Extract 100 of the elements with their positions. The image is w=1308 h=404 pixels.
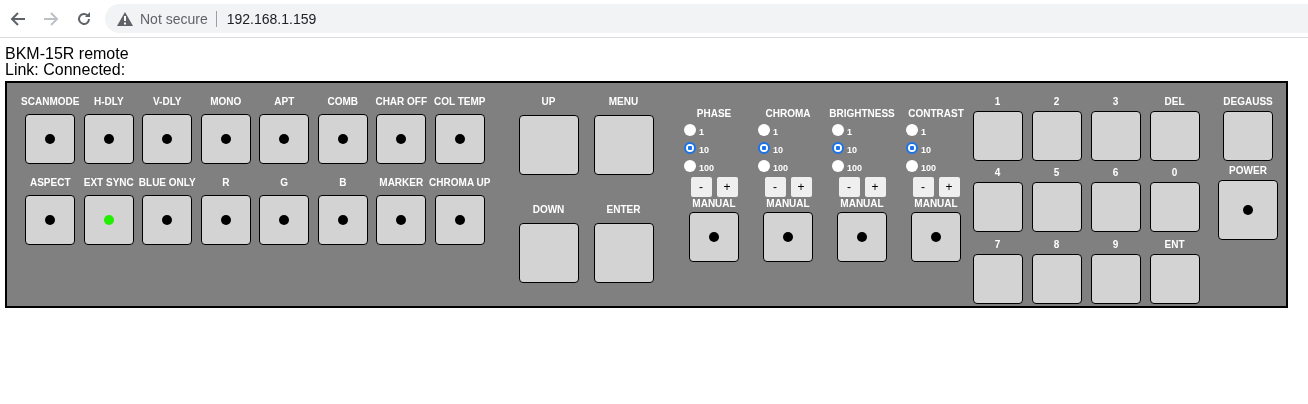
radio-button[interactable] [832, 142, 844, 154]
adjuster-label: BRIGHTNESS [829, 108, 895, 120]
key-label: BLUE ONLY [138, 177, 196, 189]
remote-button[interactable] [518, 115, 579, 175]
key-label: 2 [1053, 96, 1060, 108]
remote-button[interactable] [259, 195, 310, 245]
key-label: MANUAL [914, 198, 958, 210]
key-label: UP [541, 96, 556, 108]
radio-button[interactable] [684, 160, 696, 172]
remote-button[interactable] [376, 114, 427, 164]
radio-button[interactable] [684, 142, 696, 154]
radio-label: 100 [773, 163, 789, 173]
minus-button[interactable]: - [690, 177, 712, 197]
key-label: R [222, 177, 230, 189]
radio-button[interactable] [906, 124, 918, 136]
remote-button[interactable] [83, 114, 134, 164]
key-label: CHAR OFF [375, 96, 428, 108]
radio-button[interactable] [758, 142, 770, 154]
link-status: Link: Connected: [5, 62, 127, 78]
key-label: G [280, 177, 289, 189]
remote-button[interactable] [837, 212, 887, 262]
key-label: CHROMA UP [429, 177, 491, 189]
key-label: MONO [210, 96, 242, 108]
key-label: MANUAL [766, 198, 810, 210]
key-label: ENTER [606, 203, 641, 216]
back-icon[interactable] [10, 10, 26, 27]
remote-button[interactable] [1149, 111, 1200, 161]
plus-button[interactable]: + [864, 177, 886, 197]
remote-button[interactable] [200, 114, 251, 164]
key-label: APT [274, 96, 295, 108]
remote-button[interactable] [689, 212, 739, 262]
key-label: 9 [1112, 238, 1119, 251]
remote-button[interactable] [1149, 253, 1200, 304]
radio-button[interactable] [758, 160, 770, 172]
remote-button[interactable] [593, 222, 654, 283]
adjuster-label: CHROMA [765, 108, 811, 120]
key-label: 7 [994, 238, 1001, 251]
plus-button[interactable]: + [716, 177, 738, 197]
key-label: B [339, 177, 347, 189]
remote-button[interactable] [317, 114, 368, 164]
radio-button[interactable] [906, 160, 918, 172]
key-label: POWER [1229, 165, 1267, 177]
remote-button[interactable] [593, 115, 654, 175]
minus-button[interactable]: - [838, 177, 860, 197]
key-label: 3 [1112, 96, 1119, 108]
key-label: DEGAUSS [1223, 96, 1273, 108]
key-label: 0 [1171, 167, 1178, 180]
key-label: COL TEMP [434, 96, 486, 108]
remote-button[interactable] [1223, 111, 1273, 161]
key-label: 8 [1053, 238, 1060, 251]
radio-button[interactable] [832, 124, 844, 136]
remote-button[interactable] [518, 222, 579, 283]
radio-label: 1 [847, 127, 852, 137]
radio-label: 100 [847, 163, 863, 173]
radio-label: 10 [773, 145, 783, 155]
remote-button[interactable] [25, 114, 76, 164]
remote-button[interactable] [1031, 253, 1082, 304]
remote-button[interactable] [200, 195, 251, 245]
remote-button[interactable] [1090, 182, 1141, 233]
key-label: EXT SYNC [83, 177, 134, 189]
reload-icon[interactable] [76, 10, 92, 27]
remote-button[interactable] [911, 212, 961, 262]
remote-button[interactable] [376, 195, 427, 245]
remote-button[interactable] [972, 253, 1023, 304]
address-bar[interactable]: Not secure 192.168.1.159 [105, 4, 1308, 33]
plus-button[interactable]: + [790, 177, 812, 197]
remote-button[interactable] [434, 195, 485, 245]
radio-label: 100 [699, 163, 715, 173]
remote-button[interactable] [1031, 182, 1082, 233]
key-label: COMB [327, 96, 359, 108]
key-label: 4 [994, 167, 1001, 180]
remote-button[interactable] [1090, 253, 1141, 304]
key-label: MARKER [379, 177, 424, 189]
minus-button[interactable]: - [912, 177, 934, 197]
remote-button[interactable] [142, 195, 193, 245]
plus-button[interactable]: + [938, 177, 960, 197]
radio-button[interactable] [758, 124, 770, 136]
minus-button[interactable]: - [764, 177, 786, 197]
remote-button[interactable] [1218, 180, 1278, 240]
remote-button[interactable] [317, 195, 368, 245]
key-label: ENT [1164, 238, 1185, 251]
remote-button[interactable] [25, 195, 76, 245]
warning-icon [117, 11, 133, 26]
remote-button[interactable] [434, 114, 485, 164]
remote-button[interactable] [972, 111, 1023, 161]
radio-button[interactable] [906, 142, 918, 154]
radio-button[interactable] [832, 160, 844, 172]
remote-button[interactable] [142, 114, 193, 164]
remote-button[interactable] [763, 212, 813, 262]
remote-button[interactable] [83, 195, 134, 245]
remote-button[interactable] [972, 182, 1023, 233]
radio-button[interactable] [684, 124, 696, 136]
remote-button[interactable] [1031, 111, 1082, 161]
remote-button[interactable] [1090, 111, 1141, 161]
key-label: MANUAL [692, 198, 736, 210]
remote-button[interactable] [1149, 182, 1200, 233]
key-label: 1 [994, 96, 1001, 108]
remote-button[interactable] [259, 114, 310, 164]
key-label: MENU [608, 96, 639, 108]
page-title: BKM-15R remote [5, 46, 130, 62]
